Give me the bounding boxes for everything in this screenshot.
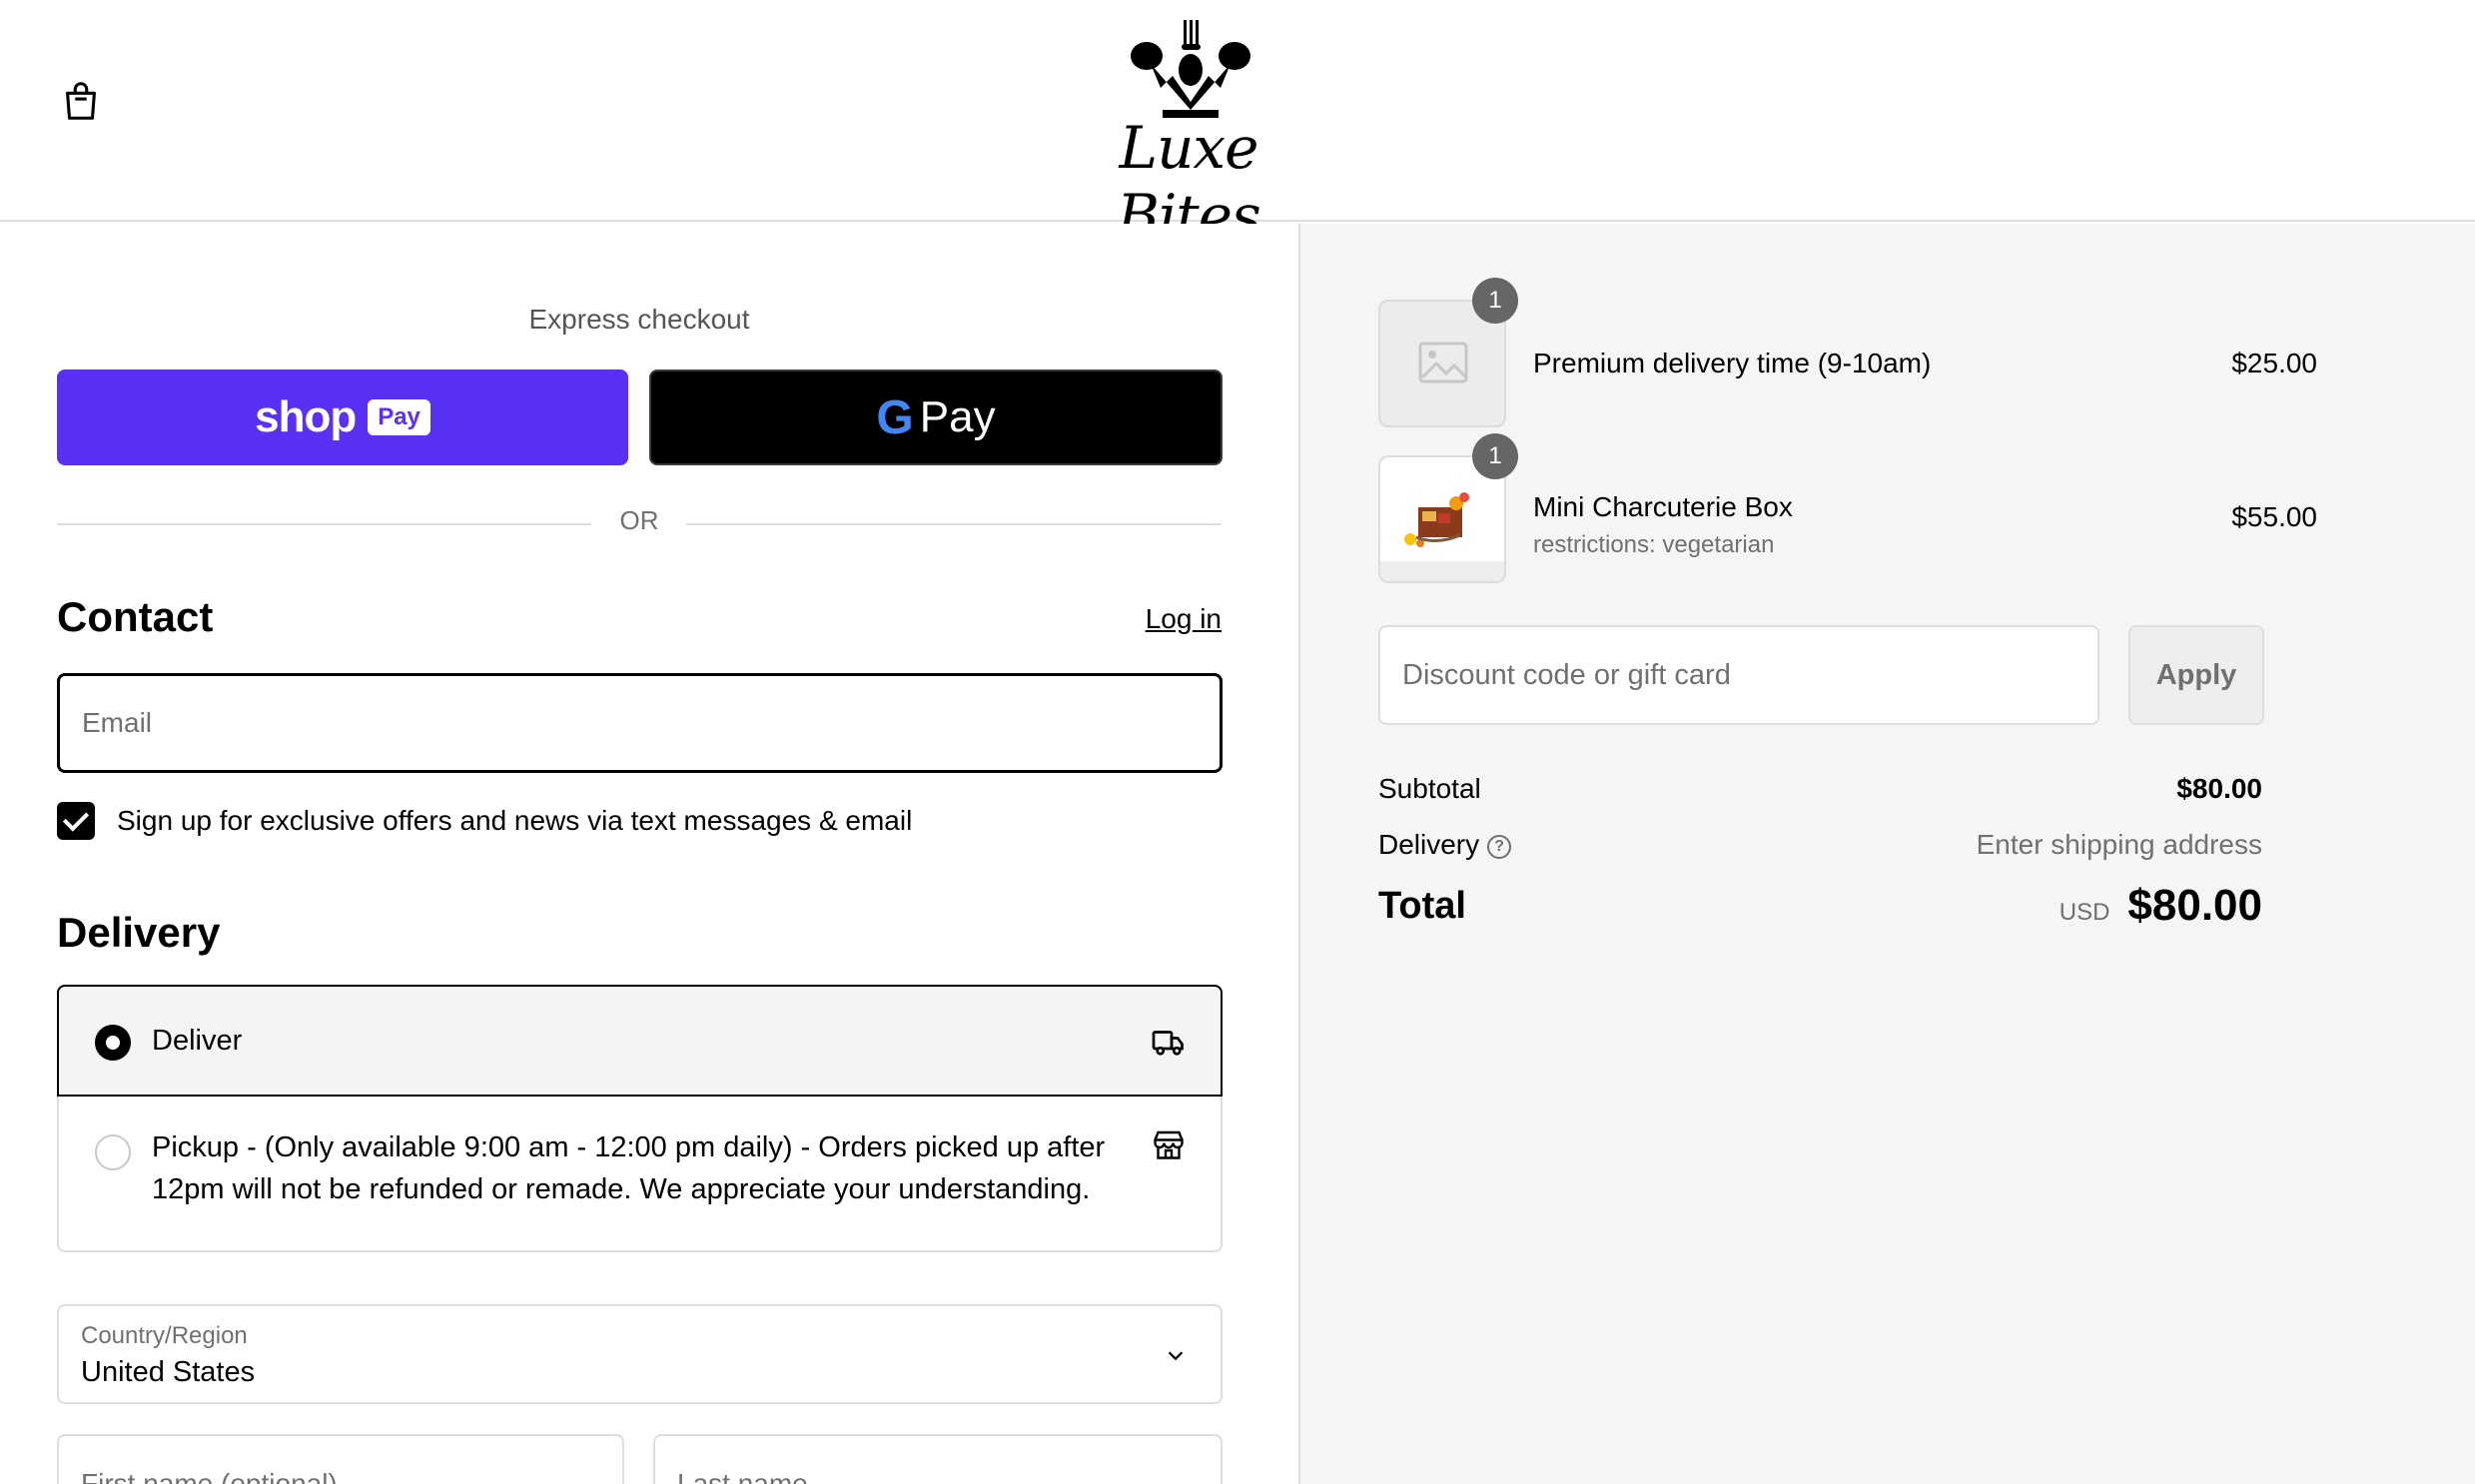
marketing-checkbox[interactable] (57, 802, 95, 840)
item-name: Premium delivery time (9-10am) (1533, 348, 1932, 378)
shopping-bag-icon[interactable] (58, 78, 104, 124)
last-name-field[interactable]: Last name (653, 1434, 1223, 1484)
total-amount: USD $80.00 (2060, 881, 2262, 931)
login-link[interactable]: Log in (1146, 603, 1222, 635)
shop-pay-badge: Pay (368, 399, 430, 435)
pickup-radio[interactable] (95, 1134, 131, 1170)
currency-code: USD (2059, 899, 2110, 926)
subtotal-value: $80.00 (2176, 773, 2262, 804)
checkout-form: Express checkout shop Pay G Pay OR Conta… (0, 224, 1298, 1484)
email-field[interactable] (57, 673, 1223, 773)
delivery-cost-row: Delivery? (1378, 829, 1512, 861)
line-item: 1 Premium delivery time (9-10am) $25.00 (1378, 278, 2317, 427)
first-name-field[interactable]: First name (optional) (57, 1434, 624, 1484)
deliver-radio[interactable] (95, 1025, 131, 1061)
item-name: Mini Charcuterie Box (1533, 491, 1793, 522)
shop-pay-wordmark: shop (255, 392, 357, 441)
item-price: $55.00 (2231, 501, 2317, 532)
country-label: Country/Region (81, 1322, 248, 1349)
apply-discount-button[interactable]: Apply (2128, 625, 2264, 725)
last-name-placeholder: Last name (677, 1468, 808, 1484)
quantity-badge: 1 (1472, 433, 1518, 479)
delivery-title: Delivery (57, 909, 221, 956)
marketing-opt-in-label: Sign up for exclusive offers and news vi… (117, 805, 913, 836)
site-header: Luxe Bites (0, 0, 2475, 250)
first-name-placeholder: First name (optional) (81, 1468, 338, 1484)
google-pay-wordmark: Pay (919, 392, 996, 441)
marketing-opt-in: Sign up for exclusive offers and news vi… (57, 801, 912, 841)
order-summary: 1 Premium delivery time (9-10am) $25.00 … (1298, 224, 2475, 1484)
subtotal-label: Subtotal (1378, 773, 1481, 804)
crown-icon (1131, 20, 1250, 118)
or-label: OR (619, 505, 659, 535)
item-options: restrictions: vegetarian (1533, 531, 1775, 558)
discount-code-field[interactable] (1378, 625, 2099, 725)
total-label: Total (1378, 885, 1466, 927)
delivery-cost-label: Delivery (1378, 829, 1480, 860)
express-checkout-title: Express checkout (528, 304, 750, 335)
line-item: 1 Mini Charcuterie Box restrictions: veg… (1378, 433, 2317, 583)
delivery-cost-value: Enter shipping address (1976, 829, 2262, 860)
google-pay-button[interactable]: G Pay (649, 370, 1223, 465)
chevron-down-icon (1168, 1351, 1184, 1361)
pickup-label: Pickup - (Only available 9:00 am - 12:00… (152, 1131, 1106, 1205)
contact-title: Contact (57, 593, 214, 640)
country-select[interactable]: Country/Region United States (57, 1304, 1223, 1404)
total-value: $80.00 (2127, 881, 2262, 930)
delivery-option-pickup[interactable]: Pickup - (Only available 9:00 am - 12:00… (57, 1097, 1223, 1252)
country-value: United States (81, 1356, 256, 1388)
help-icon[interactable]: ? (1487, 834, 1512, 859)
brand-logo[interactable]: Luxe Bites (1049, 18, 1328, 250)
store-icon (1154, 1130, 1184, 1159)
item-price: $25.00 (2231, 348, 2317, 378)
google-g-icon: G (876, 390, 914, 444)
shop-pay-button[interactable]: shop Pay (57, 370, 628, 465)
delivery-option-deliver[interactable]: Deliver (57, 985, 1223, 1097)
or-divider: OR (57, 505, 1222, 541)
truck-icon (1152, 1031, 1184, 1056)
deliver-label: Deliver (152, 1025, 243, 1057)
quantity-badge: 1 (1472, 278, 1518, 324)
